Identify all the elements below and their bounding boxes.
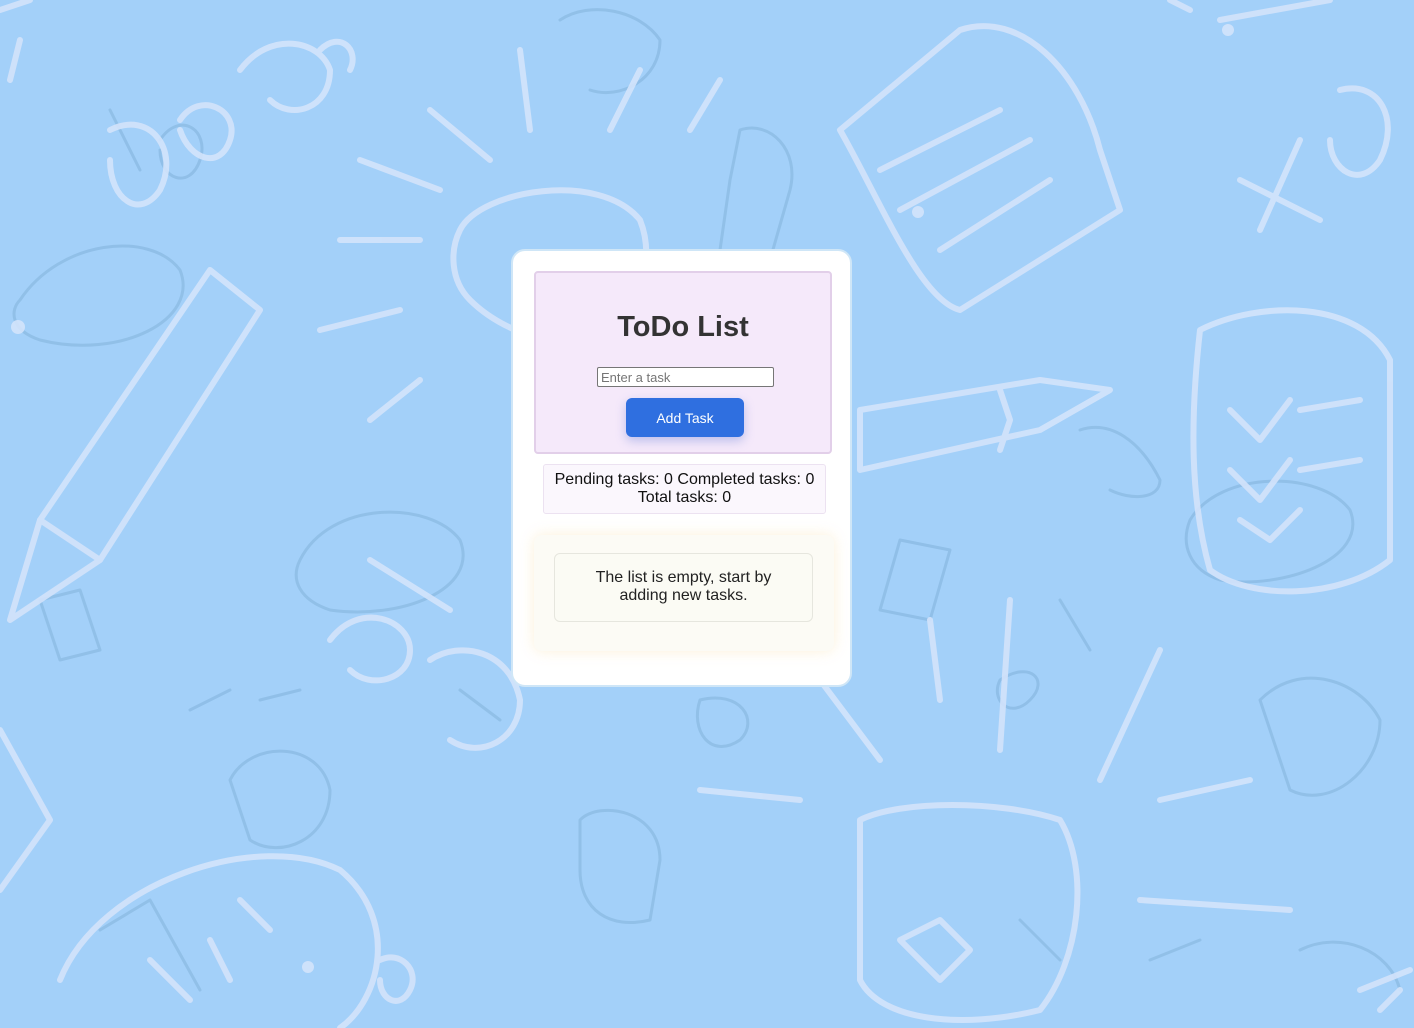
- task-list-container: The list is empty, start by adding new t…: [534, 535, 834, 651]
- pending-tasks-label: Pending tasks:: [554, 471, 660, 488]
- total-tasks-label: Total tasks:: [637, 489, 718, 506]
- page-title: ToDo List: [617, 311, 749, 343]
- completed-tasks-count: 0: [805, 471, 815, 488]
- add-task-button[interactable]: Add Task: [626, 398, 744, 437]
- completed-tasks-label: Completed tasks:: [677, 471, 801, 488]
- task-stats: Pending tasks: 0 Completed tasks: 0 Tota…: [543, 464, 826, 514]
- task-input[interactable]: [597, 367, 774, 387]
- todo-card: ToDo List Add Task Pending tasks: 0 Comp…: [511, 249, 852, 687]
- total-tasks-count: 0: [722, 489, 732, 506]
- empty-state-message: The list is empty, start by adding new t…: [554, 553, 813, 622]
- todo-header-panel: ToDo List Add Task: [534, 271, 832, 454]
- pending-tasks-count: 0: [664, 471, 673, 488]
